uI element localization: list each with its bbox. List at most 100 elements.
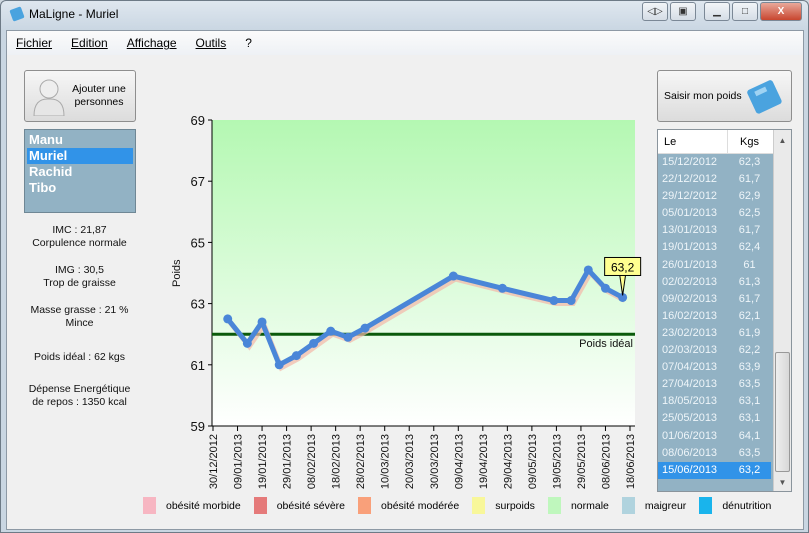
data-point: [600, 283, 610, 293]
imc-stat: IMC : 21,87 Corpulence normale: [17, 224, 142, 250]
person-item[interactable]: Tibo: [27, 180, 133, 196]
data-point: [223, 314, 233, 324]
legend-swatch: [358, 497, 372, 514]
img-label: Trop de graisse: [43, 277, 116, 289]
column-header-kgs[interactable]: Kgs: [728, 130, 759, 153]
legend-swatch: [143, 497, 156, 514]
table-row[interactable]: 27/04/2013 63,5: [658, 376, 771, 393]
menu-affichage[interactable]: Affichage: [127, 36, 177, 55]
row-date: 15/06/2013: [662, 463, 718, 476]
table-row[interactable]: 29/12/2012 62,9: [658, 188, 771, 205]
menu-help[interactable]: ?: [245, 36, 252, 55]
row-date: 16/02/2013: [662, 309, 718, 322]
resize-icon[interactable]: ◁▷: [642, 2, 668, 21]
table-row[interactable]: 18/05/2013 63,1: [658, 393, 771, 410]
maximize-button[interactable]: □: [732, 2, 758, 21]
x-tick-label: 29/05/2013: [576, 434, 588, 489]
person-list[interactable]: Manu Muriel Rachid Tibo: [24, 129, 136, 213]
table-row[interactable]: 01/06/2013 64,1: [658, 428, 771, 445]
data-point: [309, 338, 319, 348]
row-kgs: 61,7: [738, 224, 761, 237]
table-row[interactable]: 02/03/2013 62,2: [658, 342, 771, 359]
row-kgs: 61,7: [738, 173, 761, 186]
x-tick-label: 09/01/2013: [233, 434, 245, 489]
menu-edition[interactable]: Edition: [71, 36, 108, 55]
row-kgs: 61,3: [738, 275, 761, 288]
table-row[interactable]: 13/01/2013 61,7: [658, 222, 771, 239]
table-row[interactable]: 15/06/2013 63,2: [658, 461, 771, 479]
row-kgs: 63,1: [738, 395, 761, 408]
person-item[interactable]: Manu: [27, 132, 133, 148]
close-button[interactable]: X: [760, 2, 802, 21]
scrollbar[interactable]: ▲ ▼: [773, 130, 791, 491]
masse-label: Mince: [65, 317, 94, 329]
scroll-up-icon[interactable]: ▲: [774, 136, 791, 145]
row-date: 26/01/2013: [662, 258, 718, 271]
title-bar: MaLigne - Muriel: [9, 6, 119, 22]
row-date: 15/12/2012: [662, 156, 718, 168]
y-axis-title: Poids: [171, 259, 183, 287]
y-tick-label: 67: [191, 174, 205, 189]
legend-label: obésité morbide: [166, 499, 241, 512]
weight-table: Le Kgs 15/12/2012 62,3 22/12/2012 61,7 29/12…: [657, 129, 792, 492]
data-point: [343, 332, 353, 342]
legend-label: normale: [570, 499, 609, 512]
img-stat: IMG : 30,5 Trop de graisse: [17, 264, 142, 290]
row-kgs: 62,2: [738, 344, 761, 357]
row-kgs: 62,4: [738, 241, 761, 254]
table-row[interactable]: 07/04/2013 63,9: [658, 359, 771, 376]
table-row[interactable]: 02/02/2013 61,3: [658, 274, 771, 291]
table-row[interactable]: 22/12/2012 61,7: [658, 171, 771, 188]
legend-label: maigreur: [644, 499, 687, 512]
data-point: [549, 296, 559, 306]
data-point: [497, 283, 507, 293]
x-tick-label: 08/06/2013: [600, 434, 612, 489]
legend-swatch: [547, 497, 561, 514]
snap-icon[interactable]: ▣: [670, 2, 696, 21]
table-row[interactable]: 05/01/2013 62,5: [658, 205, 771, 222]
table-row[interactable]: 09/02/2013 61,7: [658, 291, 771, 308]
menu-fichier[interactable]: Fichier: [16, 36, 52, 55]
column-header-date[interactable]: Le: [658, 130, 728, 153]
legend-swatch: [253, 497, 267, 514]
add-person-label: Ajouter une personnes: [72, 83, 126, 108]
table-row[interactable]: 15/12/2012 62,3: [658, 154, 771, 171]
table-row[interactable]: 25/05/2013 63,1: [658, 410, 771, 427]
energy-stat: Dépense Energétique de repos : 1350 kcal: [17, 383, 142, 409]
plot-background: [212, 120, 635, 426]
client-area: Fichier Edition Affichage Outils ? Ajout…: [6, 30, 804, 530]
minimize-button[interactable]: ▁: [704, 2, 730, 21]
legend-label: dénutrition: [722, 499, 772, 512]
y-tick-label: 63: [191, 297, 205, 312]
x-tick-label: 09/05/2013: [527, 434, 539, 489]
legend-label: obésité sévère: [276, 499, 346, 512]
scrollbar-thumb[interactable]: [775, 352, 790, 472]
x-tick-label: 30/03/2013: [429, 434, 441, 489]
y-tick-label: 59: [191, 419, 205, 434]
masse-value: Masse grasse : 21 %: [30, 304, 129, 316]
legend-swatch: [472, 497, 486, 514]
table-row[interactable]: 08/06/2013 63,5: [658, 445, 771, 462]
window-title: MaLigne - Muriel: [29, 7, 119, 21]
menu-outils[interactable]: Outils: [196, 36, 227, 55]
row-date: 07/04/2013: [662, 361, 718, 374]
user-icon: [33, 79, 65, 116]
enter-weight-button[interactable]: Saisir mon poids: [657, 70, 792, 122]
x-tick-label: 20/03/2013: [404, 434, 416, 489]
x-tick-label: 09/04/2013: [453, 434, 465, 489]
table-row[interactable]: 23/02/2013 61,9: [658, 325, 771, 342]
ideal-weight-stat: Poids idéal : 62 kgs: [33, 351, 126, 363]
person-item[interactable]: Muriel: [27, 148, 133, 164]
person-item[interactable]: Rachid: [27, 164, 133, 180]
table-row[interactable]: 16/02/2013 62,1: [658, 308, 771, 325]
legend-swatch: [621, 497, 635, 514]
row-kgs: 62,9: [738, 190, 761, 203]
data-point: [448, 271, 458, 281]
scroll-down-icon[interactable]: ▼: [774, 478, 791, 487]
menu-bar: Fichier Edition Affichage Outils ?: [7, 31, 803, 55]
add-person-button[interactable]: Ajouter une personnes: [24, 70, 136, 122]
callout-label: 63,2: [611, 260, 635, 274]
table-row[interactable]: 26/01/2013 61: [658, 257, 771, 274]
x-tick-label: 19/05/2013: [551, 434, 563, 489]
table-row[interactable]: 19/01/2013 62,4: [658, 239, 771, 256]
